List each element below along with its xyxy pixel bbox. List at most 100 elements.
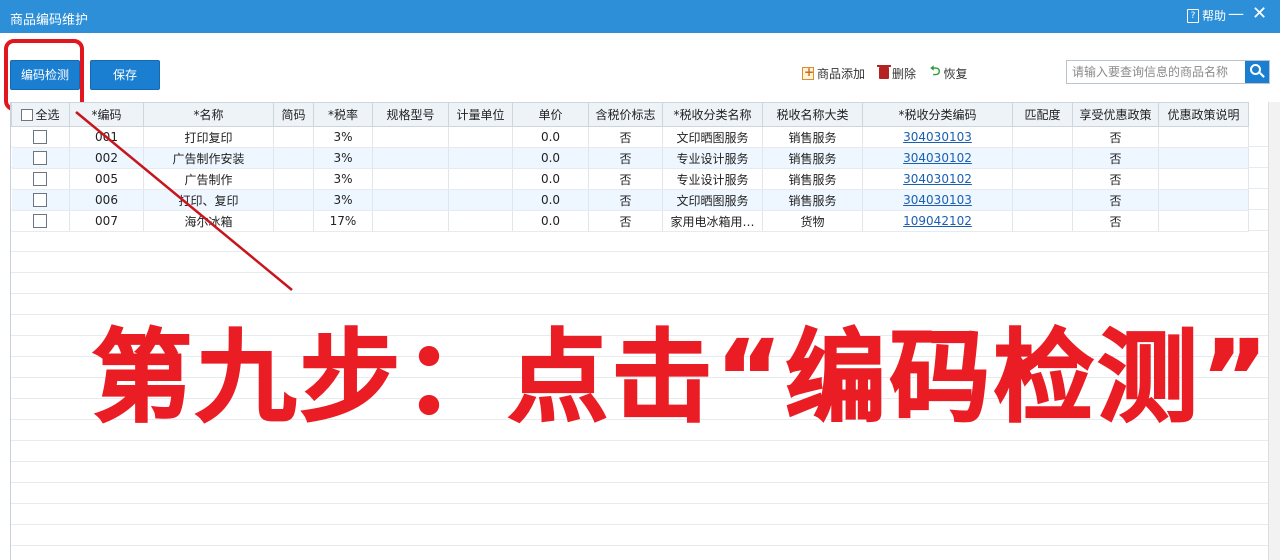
- cell-tax-category[interactable]: 销售服务: [762, 126, 863, 148]
- cell-tax-incl-flag[interactable]: 否: [588, 147, 663, 169]
- cell-unit[interactable]: [448, 126, 513, 148]
- row-checkbox[interactable]: [33, 214, 48, 229]
- cell-tax-rate[interactable]: 3%: [313, 126, 373, 148]
- cell-short-code[interactable]: [273, 189, 314, 211]
- cell-preferential[interactable]: 否: [1072, 189, 1159, 211]
- cell-tax-category[interactable]: 货物: [762, 210, 863, 232]
- cell-match[interactable]: [1012, 189, 1073, 211]
- help-button[interactable]: ? 帮助: [1186, 7, 1226, 24]
- cell-unit[interactable]: [448, 189, 513, 211]
- cell-spec[interactable]: [372, 210, 449, 232]
- col-match[interactable]: 匹配度: [1012, 102, 1073, 127]
- cell-unit[interactable]: [448, 147, 513, 169]
- cell-preferential-desc[interactable]: [1158, 168, 1249, 190]
- cell-name[interactable]: 广告制作安装: [143, 147, 274, 169]
- cell-tax-category[interactable]: 销售服务: [762, 147, 863, 169]
- col-tax-incl-flag[interactable]: 含税价标志: [588, 102, 663, 127]
- col-preferential[interactable]: 享受优惠政策: [1072, 102, 1159, 127]
- tax-code-link[interactable]: 304030102: [903, 151, 972, 165]
- cell-tax-rate[interactable]: 17%: [313, 210, 373, 232]
- row-checkbox[interactable]: [33, 151, 48, 166]
- cell-short-code[interactable]: [273, 147, 314, 169]
- cell-match[interactable]: [1012, 147, 1073, 169]
- table-row[interactable]: 001 打印复印 3% 0.0 否文印晒图服务 销售服务 304030103 否: [11, 126, 1249, 148]
- cell-tax-class-name[interactable]: 专业设计服务: [662, 147, 763, 169]
- cell-price[interactable]: 0.0: [512, 168, 589, 190]
- row-checkbox[interactable]: [33, 130, 48, 145]
- cell-unit[interactable]: [448, 168, 513, 190]
- delete-button[interactable]: 删除: [877, 62, 916, 84]
- col-price[interactable]: 单价: [512, 102, 589, 127]
- cell-tax-incl-flag[interactable]: 否: [588, 126, 663, 148]
- tax-code-link[interactable]: 304030102: [903, 172, 972, 186]
- cell-tax-incl-flag[interactable]: 否: [588, 189, 663, 211]
- cell-match[interactable]: [1012, 210, 1073, 232]
- cell-tax-class-name[interactable]: 文印晒图服务: [662, 189, 763, 211]
- tax-code-link[interactable]: 304030103: [903, 130, 972, 144]
- cell-preferential-desc[interactable]: [1158, 126, 1249, 148]
- col-tax-class-code[interactable]: *税收分类编码: [862, 102, 1013, 127]
- cell-tax-category[interactable]: 销售服务: [762, 189, 863, 211]
- cell-price[interactable]: 0.0: [512, 126, 589, 148]
- cell-tax-class-name[interactable]: 文印晒图服务: [662, 126, 763, 148]
- cell-price[interactable]: 0.0: [512, 147, 589, 169]
- cell-short-code[interactable]: [273, 168, 314, 190]
- cell-spec[interactable]: [372, 168, 449, 190]
- col-code[interactable]: *编码: [69, 102, 144, 127]
- cell-spec[interactable]: [372, 189, 449, 211]
- cell-name[interactable]: 打印、复印: [143, 189, 274, 211]
- add-product-button[interactable]: 商品添加: [802, 62, 865, 84]
- table-row[interactable]: 006 打印、复印 3% 0.0 否文印晒图服务 销售服务 304030103 否: [11, 189, 1249, 211]
- col-name[interactable]: *名称: [143, 102, 274, 127]
- cell-tax-incl-flag[interactable]: 否: [588, 168, 663, 190]
- table-row[interactable]: 002 广告制作安装 3% 0.0 否专业设计服务 销售服务 304030102 否: [11, 147, 1249, 169]
- cell-code[interactable]: 007: [69, 210, 144, 232]
- col-tax-rate[interactable]: *税率: [313, 102, 373, 127]
- cell-preferential-desc[interactable]: [1158, 210, 1249, 232]
- tax-code-link[interactable]: 109042102: [903, 214, 972, 228]
- cell-code[interactable]: 006: [69, 189, 144, 211]
- cell-code[interactable]: 002: [69, 147, 144, 169]
- cell-tax-rate[interactable]: 3%: [313, 168, 373, 190]
- search-button[interactable]: [1245, 61, 1269, 83]
- select-all-header[interactable]: 全选: [11, 102, 70, 127]
- cell-tax-rate[interactable]: 3%: [313, 189, 373, 211]
- cell-tax-incl-flag[interactable]: 否: [588, 210, 663, 232]
- cell-tax-class-name[interactable]: 专业设计服务: [662, 168, 763, 190]
- search-input[interactable]: [1067, 61, 1245, 83]
- cell-price[interactable]: 0.0: [512, 210, 589, 232]
- close-button[interactable]: ✕: [1252, 5, 1267, 25]
- cell-code[interactable]: 001: [69, 126, 144, 148]
- col-tax-category[interactable]: 税收名称大类: [762, 102, 863, 127]
- minimize-button[interactable]: —: [1228, 6, 1244, 24]
- table-row[interactable]: 007 海尔冰箱 17% 0.0 否家用电冰箱用… 货物 109042102 否: [11, 210, 1249, 232]
- cell-preferential[interactable]: 否: [1072, 210, 1159, 232]
- cell-spec[interactable]: [372, 126, 449, 148]
- cell-preferential-desc[interactable]: [1158, 189, 1249, 211]
- select-all-checkbox[interactable]: [21, 109, 34, 121]
- cell-name[interactable]: 打印复印: [143, 126, 274, 148]
- row-checkbox[interactable]: [33, 172, 48, 187]
- cell-short-code[interactable]: [273, 126, 314, 148]
- cell-match[interactable]: [1012, 168, 1073, 190]
- cell-match[interactable]: [1012, 126, 1073, 148]
- table-row[interactable]: 005 广告制作 3% 0.0 否专业设计服务 销售服务 304030102 否: [11, 168, 1249, 190]
- cell-spec[interactable]: [372, 147, 449, 169]
- save-button[interactable]: 保存: [90, 60, 160, 90]
- col-unit[interactable]: 计量单位: [448, 102, 513, 127]
- cell-tax-class-name[interactable]: 家用电冰箱用…: [662, 210, 763, 232]
- cell-name[interactable]: 海尔冰箱: [143, 210, 274, 232]
- cell-tax-rate[interactable]: 3%: [313, 147, 373, 169]
- row-checkbox[interactable]: [33, 193, 48, 208]
- col-short-code[interactable]: 简码: [273, 102, 314, 127]
- cell-name[interactable]: 广告制作: [143, 168, 274, 190]
- cell-code[interactable]: 005: [69, 168, 144, 190]
- cell-unit[interactable]: [448, 210, 513, 232]
- cell-price[interactable]: 0.0: [512, 189, 589, 211]
- cell-preferential-desc[interactable]: [1158, 147, 1249, 169]
- tax-code-link[interactable]: 304030103: [903, 193, 972, 207]
- cell-preferential[interactable]: 否: [1072, 147, 1159, 169]
- cell-preferential[interactable]: 否: [1072, 126, 1159, 148]
- col-spec[interactable]: 规格型号: [372, 102, 449, 127]
- cell-tax-category[interactable]: 销售服务: [762, 168, 863, 190]
